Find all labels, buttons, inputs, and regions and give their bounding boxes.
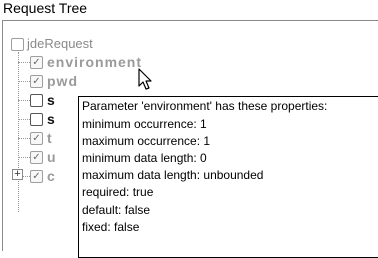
- mouse-pointer-icon: [138, 68, 152, 90]
- tooltip-line: maximum occurrence: 1: [82, 134, 211, 148]
- parameter-tooltip: Parameter 'environment' has these proper…: [78, 96, 378, 258]
- panel-title: Request Tree: [3, 0, 88, 16]
- node-checkbox[interactable]: ✓: [30, 56, 43, 69]
- check-icon: ✓: [32, 171, 41, 182]
- node-checkbox[interactable]: ✓: [30, 75, 43, 88]
- node-label[interactable]: t: [47, 129, 53, 147]
- node-label[interactable]: environment: [47, 53, 142, 71]
- tooltip-line: default: false: [82, 203, 151, 217]
- tooltip-line: required: true: [82, 185, 154, 199]
- node-label[interactable]: c: [47, 167, 56, 185]
- tree-root-checkbox[interactable]: [11, 38, 24, 51]
- tree-node-environment[interactable]: ✓ environment: [3, 53, 378, 71]
- node-label[interactable]: pwd: [47, 72, 78, 90]
- check-icon: ✓: [32, 57, 41, 68]
- node-label[interactable]: u: [47, 148, 57, 166]
- node-checkbox[interactable]: ✓: [30, 132, 43, 145]
- node-checkbox[interactable]: ✓: [30, 151, 43, 164]
- tooltip-line: minimum occurrence: 1: [82, 117, 207, 131]
- check-icon: ✓: [32, 133, 41, 144]
- tooltip-heading: Parameter 'environment' has these proper…: [82, 99, 328, 113]
- tooltip-line: maximum data length: unbounded: [82, 168, 264, 182]
- expand-plus-icon[interactable]: +: [12, 169, 23, 180]
- tooltip-line: minimum data length: 0: [82, 151, 207, 165]
- node-label[interactable]: s: [47, 110, 56, 128]
- tree-root-label[interactable]: jdeRequest: [27, 36, 93, 51]
- check-icon: ✓: [32, 76, 41, 87]
- node-label[interactable]: s: [47, 91, 56, 109]
- node-checkbox[interactable]: [30, 94, 43, 107]
- check-icon: ✓: [32, 152, 41, 163]
- node-checkbox[interactable]: ✓: [30, 170, 43, 183]
- node-checkbox[interactable]: [30, 113, 43, 126]
- tree-node-pwd[interactable]: ✓ pwd: [3, 72, 378, 90]
- tooltip-line: fixed: false: [82, 220, 140, 234]
